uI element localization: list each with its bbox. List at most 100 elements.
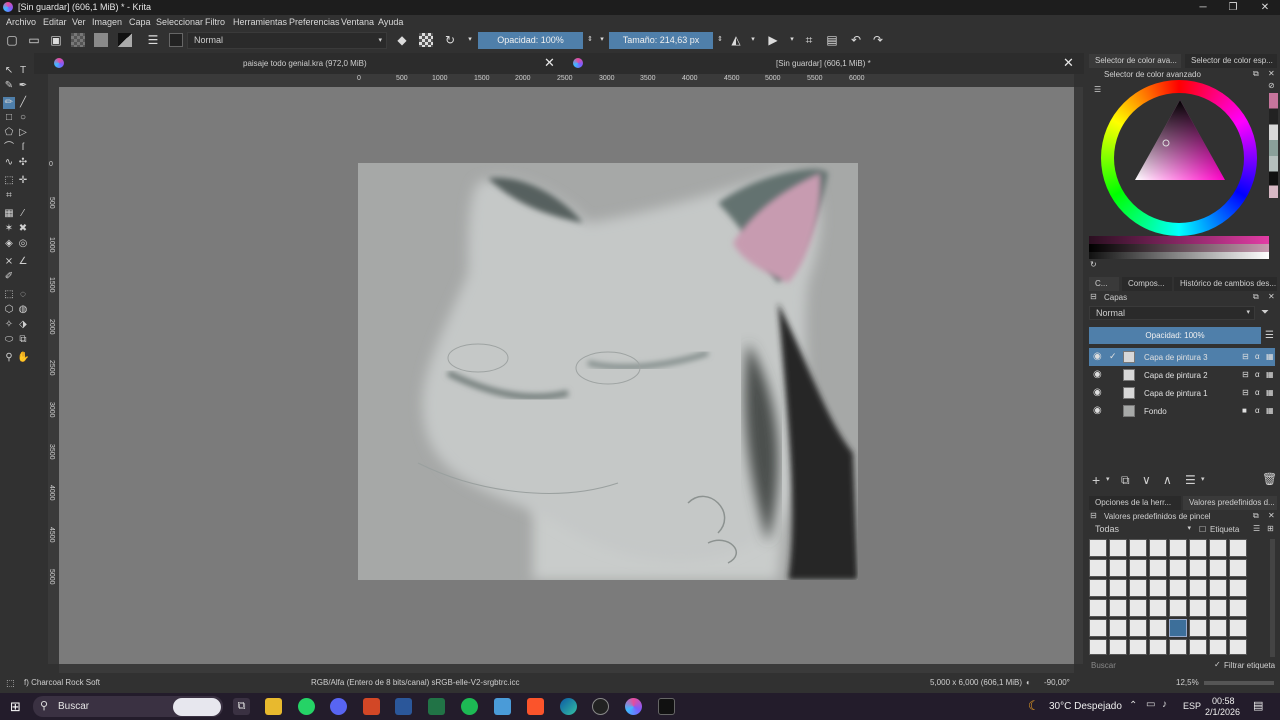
windows-start-icon[interactable]: ⊞ bbox=[10, 699, 21, 715]
preset-scrollbar[interactable] bbox=[1270, 539, 1275, 657]
tab-undo-history[interactable]: Histórico de cambios des... bbox=[1174, 277, 1277, 291]
lock-icon[interactable]: ■ bbox=[1242, 406, 1247, 415]
taskbar-search[interactable]: ⚲ Buscar bbox=[33, 696, 223, 717]
layer-row[interactable]: ◉ Fondo ■ α ▦ bbox=[1089, 402, 1275, 420]
polygon-select-icon[interactable]: ⬡ bbox=[3, 304, 15, 316]
task-view-icon[interactable]: ⧉ bbox=[233, 698, 250, 715]
settings-icon[interactable]: ⊘ bbox=[1268, 81, 1275, 90]
assistant-tool-icon[interactable]: ⨯ bbox=[3, 256, 15, 268]
edit-shapes-icon[interactable]: ✎ bbox=[3, 80, 15, 92]
preset-cell[interactable] bbox=[1189, 539, 1207, 557]
preserve-alpha-icon[interactable] bbox=[419, 33, 433, 47]
inherit-alpha-icon[interactable]: ▦ bbox=[1266, 370, 1274, 379]
horizontal-scrollbar[interactable] bbox=[59, 664, 1074, 673]
crop-icon[interactable]: ⌗ bbox=[802, 33, 816, 47]
brush-preset-icon[interactable] bbox=[169, 33, 183, 47]
crop-tool-icon[interactable]: ⌗ bbox=[3, 190, 15, 202]
preset-cell[interactable] bbox=[1129, 639, 1147, 655]
save-icon[interactable]: ▣ bbox=[49, 33, 63, 47]
close-icon[interactable]: ✕ bbox=[544, 55, 555, 71]
preset-search-input[interactable]: Buscar bbox=[1091, 661, 1116, 670]
preset-cell[interactable] bbox=[1149, 559, 1167, 577]
open-folder-icon[interactable]: ▭ bbox=[27, 33, 41, 47]
filter-tag-label[interactable]: Filtrar etiqueta bbox=[1224, 661, 1275, 670]
powerpoint-icon[interactable] bbox=[363, 698, 380, 715]
opacity-slider[interactable]: Opacidad: 100% bbox=[478, 32, 583, 49]
check-icon[interactable]: ✓ bbox=[1214, 660, 1221, 669]
preset-cell[interactable] bbox=[1129, 619, 1147, 637]
alpha-icon[interactable]: α bbox=[1255, 388, 1260, 397]
color-history[interactable] bbox=[1269, 93, 1278, 198]
tab-compositions[interactable]: Compos... bbox=[1122, 277, 1172, 291]
preset-cell[interactable] bbox=[1129, 559, 1147, 577]
layer-name[interactable]: Fondo bbox=[1144, 407, 1167, 416]
weather-icon[interactable]: ☾ bbox=[1028, 698, 1040, 714]
preset-cell[interactable] bbox=[1109, 599, 1127, 617]
bezier-tool-icon[interactable]: ⌒ bbox=[3, 142, 15, 154]
layer-properties-icon[interactable]: ☰ bbox=[1185, 473, 1196, 487]
preset-cell[interactable] bbox=[1089, 579, 1107, 597]
menu-archivo[interactable]: Archivo bbox=[6, 17, 36, 27]
polyline-tool-icon[interactable]: ▷ bbox=[17, 127, 29, 139]
float-icon[interactable]: ⧉ bbox=[1253, 69, 1259, 79]
menu-ventana[interactable]: Ventana bbox=[341, 17, 374, 27]
stepper-arrows-icon[interactable]: ⇕ bbox=[713, 33, 727, 47]
dynamic-brush-icon[interactable]: ∿ bbox=[3, 157, 15, 169]
preset-cell[interactable] bbox=[1229, 579, 1247, 597]
redo-icon[interactable]: ↷ bbox=[871, 33, 885, 47]
move-down-icon[interactable]: ∨ bbox=[1142, 473, 1151, 487]
edge-icon[interactable] bbox=[560, 698, 577, 715]
mirror-horizontal-icon[interactable]: ◭ bbox=[729, 33, 743, 47]
magnetic-select-icon[interactable]: ⧉ bbox=[17, 334, 29, 346]
preset-filter-select[interactable]: Todas ▾ bbox=[1089, 523, 1195, 537]
freehand-brush-icon[interactable]: ✏ bbox=[3, 97, 15, 109]
preset-cell[interactable] bbox=[1229, 559, 1247, 577]
menu-capa[interactable]: Capa bbox=[129, 17, 151, 27]
layer-menu-icon[interactable]: ☰ bbox=[1265, 330, 1274, 341]
preset-cell[interactable] bbox=[1149, 539, 1167, 557]
github-icon[interactable] bbox=[592, 698, 609, 715]
shade-slider-2[interactable] bbox=[1089, 244, 1269, 252]
polygon-tool-icon[interactable]: ⬠ bbox=[3, 127, 15, 139]
ellipse-select-icon[interactable]: ◌ bbox=[17, 289, 29, 301]
preset-cell[interactable] bbox=[1089, 599, 1107, 617]
chevron-down-icon[interactable]: ▾ bbox=[746, 33, 760, 47]
input-language[interactable]: ESP bbox=[1183, 701, 1201, 711]
reload-preset-icon[interactable]: ↻ bbox=[443, 33, 457, 47]
menu-ayuda[interactable]: Ayuda bbox=[378, 17, 403, 27]
undo-icon[interactable]: ↶ bbox=[849, 33, 863, 47]
measure-tool-icon[interactable]: ∠ bbox=[17, 256, 29, 268]
color-triangle[interactable] bbox=[1125, 92, 1235, 202]
alpha-icon[interactable]: α bbox=[1255, 370, 1260, 379]
krita-taskbar-icon[interactable] bbox=[625, 698, 642, 715]
pan-tool-icon[interactable]: ✋ bbox=[17, 352, 29, 364]
multibrush-icon[interactable]: ✣ bbox=[17, 157, 29, 169]
filter-icon[interactable]: ⏷ bbox=[1261, 307, 1269, 318]
preset-cell[interactable] bbox=[1209, 539, 1227, 557]
rotation-icon[interactable]: ◐ bbox=[1026, 678, 1031, 687]
color-selector-menu-icon[interactable]: ☰ bbox=[1094, 85, 1101, 94]
tray-chevron-icon[interactable]: ⌃ bbox=[1129, 700, 1137, 711]
preset-cell[interactable] bbox=[1129, 599, 1147, 617]
preset-cell[interactable] bbox=[1109, 639, 1127, 655]
layer-name[interactable]: Capa de pintura 3 bbox=[1144, 353, 1208, 362]
chevron-down-icon[interactable]: ▾ bbox=[1106, 475, 1110, 483]
move-tool-icon[interactable]: ✛ bbox=[17, 175, 29, 187]
preset-cell[interactable] bbox=[1109, 539, 1127, 557]
preset-cell[interactable] bbox=[1169, 539, 1187, 557]
close-icon[interactable]: ✕ bbox=[1268, 292, 1275, 301]
preset-cell[interactable] bbox=[1129, 539, 1147, 557]
preset-cell-selected[interactable] bbox=[1169, 619, 1187, 637]
maximize-button[interactable]: ❐ bbox=[1218, 0, 1248, 15]
menu-seleccionar[interactable]: Seleccionar bbox=[156, 17, 203, 27]
color-picker-icon[interactable]: ⁄ bbox=[17, 208, 29, 220]
ellipse-tool-icon[interactable]: ○ bbox=[17, 112, 29, 124]
refresh-icon[interactable]: ↻ bbox=[1090, 260, 1097, 269]
delete-layer-icon[interactable]: 🗑 bbox=[1262, 472, 1277, 486]
vertical-scrollbar[interactable] bbox=[1074, 87, 1083, 664]
add-layer-icon[interactable]: + bbox=[1092, 472, 1100, 488]
size-slider[interactable]: Tamaño: 214,63 px bbox=[609, 32, 713, 49]
clock-date[interactable]: 2/1/2026 bbox=[1205, 707, 1240, 717]
clock-time[interactable]: 00:58 bbox=[1212, 696, 1235, 706]
tab-sin-guardar[interactable]: [Sin guardar] (606,1 MiB) * bbox=[776, 53, 871, 74]
